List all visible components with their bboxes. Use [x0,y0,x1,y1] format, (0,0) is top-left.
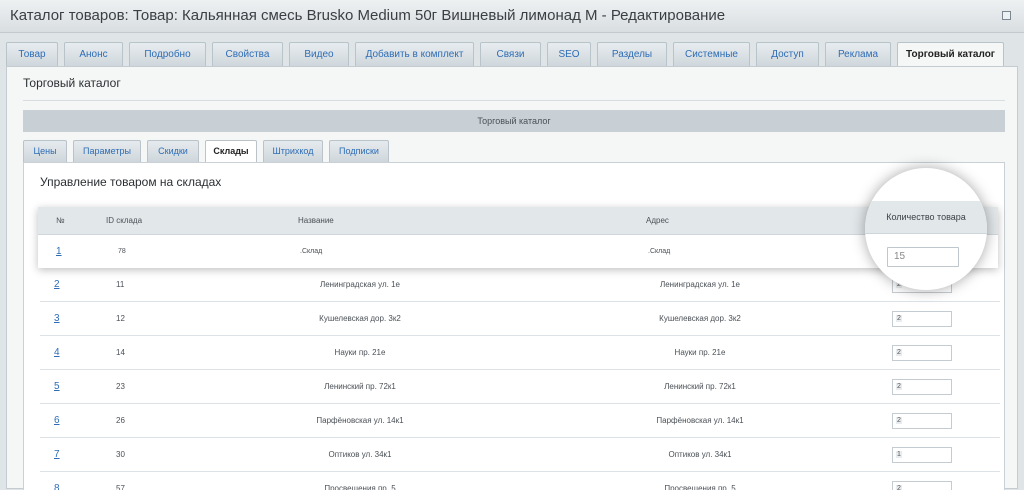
section-header-bar: Торговый каталог [23,110,1005,132]
row-link[interactable]: 5 [54,381,60,392]
tab-8[interactable]: SEO [547,42,591,66]
quantity-value: 2 [896,417,902,424]
row-link[interactable]: 6 [54,415,60,426]
header-name: Название [298,216,334,225]
table-row: 7 30 Оптиков ул. 34к1 Оптиков ул. 34к1 1 [40,438,1000,472]
quantity-input[interactable]: 2 [892,413,952,429]
tab-13[interactable]: Торговый каталог [897,42,1004,67]
row-address: Кушелевская дор. 3к2 [659,314,741,323]
row-number-link[interactable]: 1 [56,235,62,269]
row-name: Оптиков ул. 34к1 [328,450,392,459]
quantity-value: 1 [896,451,902,458]
row-address: Науки пр. 21е [674,348,726,357]
row-name: Науки пр. 21е [334,348,386,357]
tab-content: Торговый каталог Торговый каталог Цены Па… [6,66,1018,490]
quantity-input[interactable]: 15 [887,247,959,267]
quantity-value: 2 [896,315,902,322]
tab-3[interactable]: Подробно [129,42,206,66]
row-address: Ленинградская ул. 1е [659,280,740,289]
subtab-2[interactable]: Параметры [73,140,141,162]
quantity-input[interactable]: 2 [892,379,952,395]
table-row: 5 23 Ленинский пр. 72к1 Ленинский пр. 72к1 2 [40,370,1000,404]
tab-10[interactable]: Системные [673,42,750,66]
table-row: 2 11 Ленинградская ул. 1е Ленинградская ул.… [40,268,1000,302]
row-id: 26 [116,416,125,425]
tab-7[interactable]: Связи [480,42,541,66]
header-qty: Количество товара [865,201,987,234]
row-address: .Склад [648,248,671,255]
row-name: Ленинградская ул. 1е [319,280,400,289]
quantity-value: 2 [896,485,902,490]
subtab-5[interactable]: Штрихкод [263,140,323,162]
table-row: 1 78 .Склад .Склад [38,235,998,268]
row-id: 57 [116,484,125,490]
row-id: 23 [116,382,125,391]
row-name: Парфёновская ул. 14к1 [316,416,404,425]
section-title: Торговый каталог [23,76,121,90]
quantity-input[interactable]: 1 [892,447,952,463]
row-number-cell[interactable]: 4 [54,336,60,370]
row-link[interactable]: 7 [54,449,60,460]
tab-2[interactable]: Анонс [64,42,123,66]
row-name: Кушелевская дор. 3к2 [319,314,401,323]
quantity-input[interactable]: 2 [892,345,952,361]
row-number-cell[interactable]: 8 [54,472,60,490]
window-title: Каталог товаров: Товар: Кальянная смесь … [10,7,726,24]
row-id: 11 [116,280,125,289]
tab-9[interactable]: Разделы [597,42,667,66]
panel-title: Управление товаром на складах [40,175,222,189]
row-id: 12 [116,314,125,323]
highlighted-table-strip: № ID склада Название Адрес 1 78 .Склад .… [38,207,998,268]
quantity-input[interactable]: 2 [892,311,952,327]
row-number-cell[interactable]: 3 [54,302,60,336]
subtab-6[interactable]: Подписки [329,140,389,162]
row-name: Просвещения пр. 5 [324,484,396,490]
subtab-4[interactable]: Склады [205,140,257,163]
quantity-value: 2 [896,383,902,390]
tab-1[interactable]: Товар [6,42,58,66]
window-titlebar: Каталог товаров: Товар: Кальянная смесь … [0,0,1024,33]
row-address: Просвещения пр. 5 [664,484,736,490]
tab-12[interactable]: Реклама [825,42,891,66]
subtab-3[interactable]: Скидки [147,140,199,162]
row-link[interactable]: 3 [54,313,60,324]
row-id: 78 [118,248,126,255]
row-name: .Склад [300,248,323,255]
quantity-value: 2 [896,349,902,356]
tab-6[interactable]: Добавить в комплект [355,42,474,66]
row-number-cell[interactable]: 2 [54,268,60,302]
row-address: Парфёновская ул. 14к1 [656,416,744,425]
row-address: Ленинский пр. 72к1 [664,382,736,391]
row-id: 14 [116,348,125,357]
row-number-cell[interactable]: 7 [54,438,60,472]
table-header: № ID склада Название Адрес [38,207,998,235]
row-link[interactable]: 4 [54,347,60,358]
table-row: 4 14 Науки пр. 21е Науки пр. 21е 2 [40,336,1000,370]
tab-11[interactable]: Доступ [756,42,819,66]
table-row: 8 57 Просвещения пр. 5 Просвещения пр. 5 2 [40,472,1000,490]
header-address: Адрес [646,216,669,225]
table-row: 6 26 Парфёновская ул. 14к1 Парфёновская ул.… [40,404,1000,438]
window-toggle-icon[interactable] [1002,11,1011,20]
tab-4[interactable]: Свойства [212,42,283,66]
row-number-cell[interactable]: 6 [54,404,60,438]
subtab-1[interactable]: Цены [23,140,67,162]
row-number-cell[interactable]: 5 [54,370,60,404]
row-link[interactable]: 1 [56,246,62,257]
divider [23,100,1005,101]
tab-5[interactable]: Видео [289,42,349,66]
row-id: 30 [116,450,125,459]
header-num: № [56,216,65,225]
magnifier-callout: Количество товара 15 [865,168,987,290]
table-row: 3 12 Кушелевская дор. 3к2 Кушелевская дор. … [40,302,1000,336]
row-address: Оптиков ул. 34к1 [668,450,732,459]
header-id: ID склада [106,216,143,225]
row-name: Ленинский пр. 72к1 [324,382,396,391]
row-link[interactable]: 2 [54,279,60,290]
